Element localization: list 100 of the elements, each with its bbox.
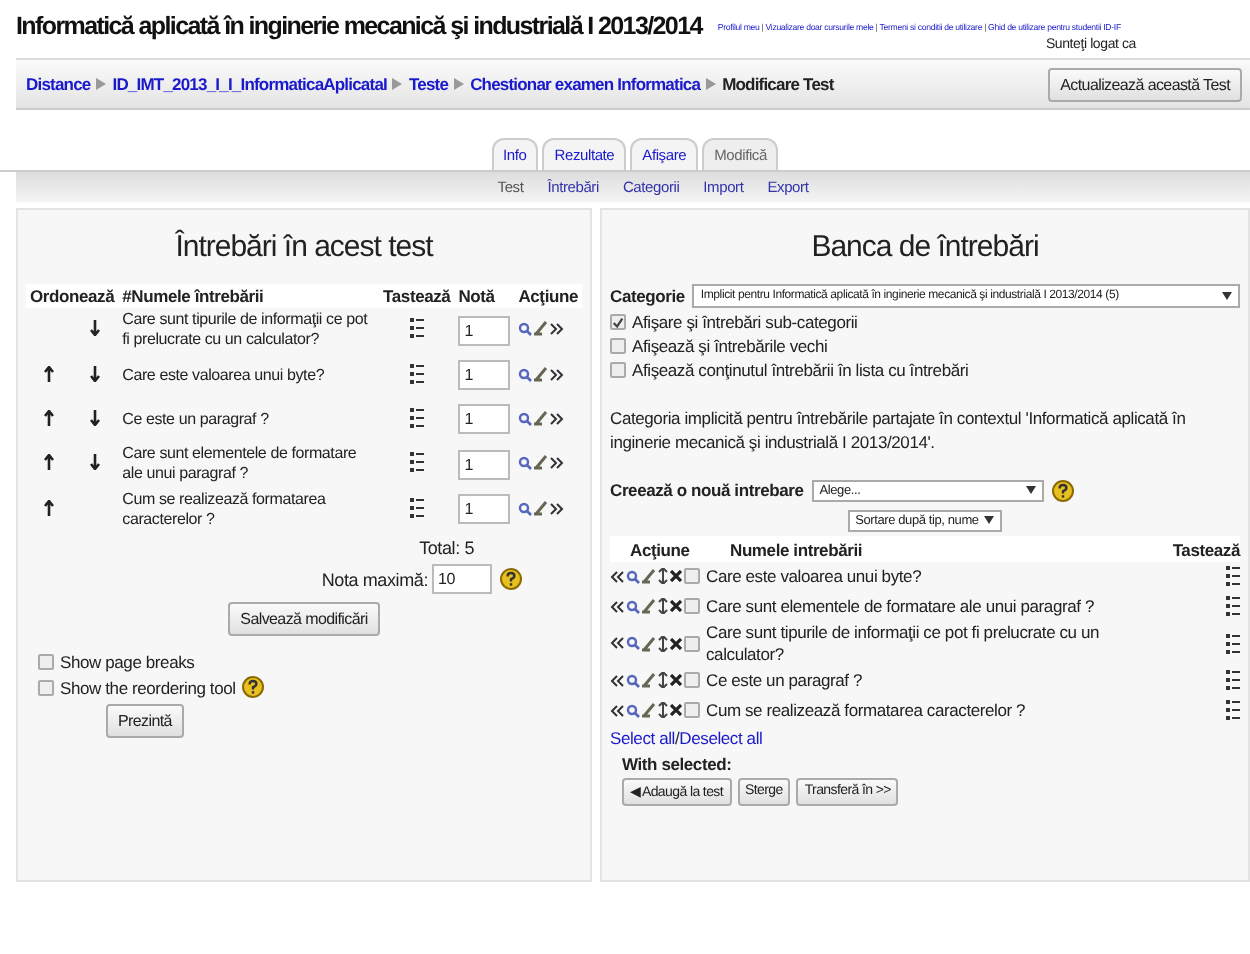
breadcrumb-link[interactable]: Chestionar examen Informatica	[470, 74, 701, 94]
double-chevron-left-icon[interactable]	[610, 599, 624, 614]
category-label: Categorie	[610, 286, 685, 306]
double-chevron-right-icon[interactable]	[550, 456, 565, 471]
delete-icon[interactable]	[670, 637, 682, 650]
preview-icon[interactable]	[518, 456, 533, 471]
checkbox[interactable]	[610, 338, 626, 354]
double-chevron-right-icon[interactable]	[550, 322, 565, 337]
double-chevron-right-icon[interactable]	[550, 367, 565, 382]
checkbox[interactable]	[684, 672, 700, 689]
preview-icon[interactable]	[626, 703, 640, 718]
edit-icon[interactable]	[534, 499, 549, 516]
down-arrow-icon[interactable]	[90, 365, 101, 382]
edit-icon[interactable]	[642, 702, 656, 719]
deselect-all-link[interactable]: Deselect all	[679, 727, 763, 748]
breadcrumb-link[interactable]: Distance	[26, 74, 91, 94]
up-arrow-icon[interactable]	[44, 365, 55, 382]
preview-icon[interactable]	[518, 501, 533, 516]
edit-icon[interactable]	[534, 454, 549, 471]
checkbox[interactable]	[610, 362, 626, 378]
edit-icon[interactable]	[534, 365, 549, 382]
help-icon[interactable]	[500, 568, 522, 591]
double-chevron-left-icon[interactable]	[610, 569, 624, 584]
preview-icon[interactable]	[626, 673, 640, 688]
move-icon[interactable]	[658, 635, 668, 652]
up-arrow-icon[interactable]	[44, 499, 55, 516]
edit-icon[interactable]	[642, 598, 656, 615]
breadcrumb-link[interactable]: ID_IMT_2013_I_I_InformaticaAplicataI	[112, 74, 387, 94]
grade-field[interactable]: 1	[458, 315, 511, 346]
preview-icon[interactable]	[626, 636, 640, 651]
column-header: Tastează	[379, 284, 455, 308]
max-grade-field[interactable]: 10	[432, 564, 492, 595]
delete-icon[interactable]	[670, 570, 682, 583]
update-test-button[interactable]: Actualizează această Test	[1048, 67, 1242, 101]
option-label: Show page breaks	[60, 652, 195, 673]
column-header: Tastează	[1172, 539, 1240, 560]
column-header: Ordonează	[26, 284, 119, 308]
column-header: Notă	[454, 284, 515, 308]
edit-icon[interactable]	[642, 568, 656, 585]
checkbox[interactable]	[610, 314, 626, 330]
list-icon[interactable]	[409, 497, 424, 518]
edit-icon[interactable]	[642, 672, 656, 689]
double-chevron-left-icon[interactable]	[610, 636, 624, 651]
preview-icon[interactable]	[518, 322, 533, 337]
preview-icon[interactable]	[518, 367, 533, 382]
double-chevron-left-icon[interactable]	[610, 703, 624, 718]
checkbox[interactable]	[684, 702, 700, 719]
move-icon[interactable]	[658, 598, 668, 615]
list-icon[interactable]	[1226, 633, 1240, 654]
checkbox[interactable]	[684, 568, 700, 585]
list-icon[interactable]	[1226, 566, 1240, 587]
with-selected-label: With selected:	[622, 753, 734, 774]
grade-field[interactable]: 1	[458, 360, 511, 391]
list-icon[interactable]	[1226, 700, 1240, 721]
list-icon[interactable]	[1226, 670, 1240, 691]
help-icon[interactable]	[1051, 479, 1074, 502]
question-name: Ce este un paragraf ?	[706, 669, 865, 692]
preview-icon[interactable]	[626, 599, 640, 614]
list-icon[interactable]	[409, 363, 424, 384]
list-icon[interactable]	[409, 318, 424, 339]
checkbox[interactable]	[38, 679, 54, 696]
select-all-link[interactable]: Select all	[610, 727, 675, 748]
panel-heading: Banca de întrebări	[809, 230, 1041, 264]
double-chevron-right-icon[interactable]	[550, 411, 565, 426]
list-icon[interactable]	[409, 407, 424, 428]
breadcrumb-link[interactable]: Teste	[408, 74, 449, 94]
move-icon[interactable]	[658, 702, 668, 719]
preview-icon[interactable]	[626, 569, 640, 584]
up-arrow-icon[interactable]	[44, 409, 55, 426]
column-header: #	[122, 286, 132, 306]
down-arrow-icon[interactable]	[90, 454, 101, 471]
help-icon[interactable]	[241, 676, 264, 699]
delete-icon[interactable]	[670, 674, 682, 687]
dropdown-arrow-icon	[1025, 486, 1036, 495]
move-icon[interactable]	[658, 672, 668, 689]
edit-icon[interactable]	[534, 409, 549, 426]
delete-icon[interactable]	[670, 704, 682, 717]
list-icon[interactable]	[1226, 596, 1240, 617]
edit-icon[interactable]	[642, 635, 656, 652]
preview-icon[interactable]	[518, 411, 533, 426]
checkbox[interactable]	[684, 598, 700, 615]
course-title: Informatică aplicată în inginerie mecanică şi industrială I 2013/2014	[16, 12, 702, 40]
question-name: Care sunt tipurile de informaţii ce pot fi prelucrate cu un calculator?	[706, 621, 1102, 666]
double-chevron-right-icon[interactable]	[550, 501, 565, 516]
move-icon[interactable]	[658, 568, 668, 585]
grade-field[interactable]: 1	[458, 449, 511, 480]
grade-field[interactable]: 1	[458, 404, 511, 435]
save-changes-button[interactable]: Salvează modificări	[228, 602, 380, 637]
double-chevron-left-icon[interactable]	[610, 673, 624, 688]
grade-field[interactable]: 1	[458, 494, 511, 525]
delete-icon[interactable]	[670, 600, 682, 613]
down-arrow-icon[interactable]	[90, 409, 101, 426]
checkbox[interactable]	[684, 635, 700, 652]
column-header: Numele întrebării	[131, 286, 264, 306]
checkbox[interactable]	[38, 654, 54, 671]
preview-button[interactable]: Prezintă	[106, 704, 184, 739]
edit-icon[interactable]	[534, 320, 549, 337]
up-arrow-icon[interactable]	[44, 454, 55, 471]
list-icon[interactable]	[409, 452, 424, 473]
down-arrow-icon[interactable]	[90, 320, 101, 337]
